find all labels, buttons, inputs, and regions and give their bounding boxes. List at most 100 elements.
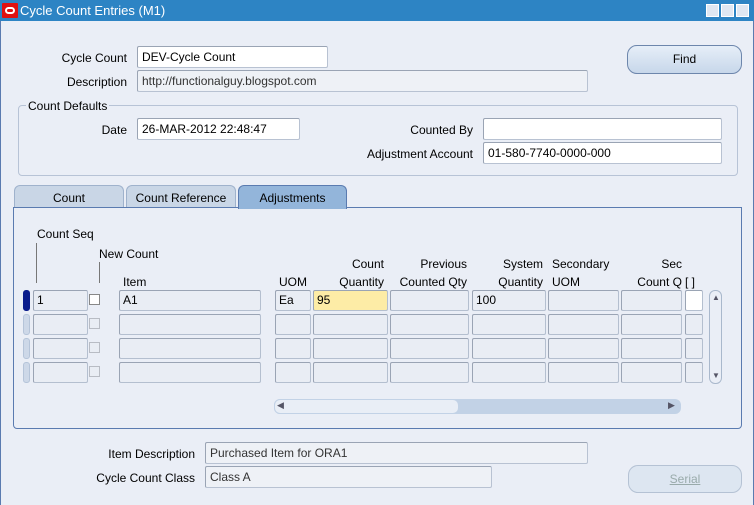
count-qty-cell[interactable] xyxy=(313,314,388,335)
col-system-line2: Quantity xyxy=(498,275,543,289)
prev-qty-cell[interactable] xyxy=(390,314,469,335)
row-indicator[interactable] xyxy=(23,362,30,383)
seq-cell[interactable]: 1 xyxy=(33,290,88,311)
sec-uom-cell[interactable] xyxy=(548,362,619,383)
item-description-label: Item Description xyxy=(108,447,195,461)
uom-cell[interactable] xyxy=(275,338,311,359)
system-qty-cell[interactable]: 100 xyxy=(472,290,546,311)
window-title: Cycle Count Entries (M1) xyxy=(20,3,166,18)
cycle-count-class-field[interactable]: Class A xyxy=(205,466,492,488)
item-cell[interactable] xyxy=(119,314,261,335)
scroll-thumb[interactable] xyxy=(274,399,459,414)
flexfield-cell[interactable] xyxy=(685,362,703,383)
count-defaults-legend: Count Defaults xyxy=(26,99,110,113)
counted-by-label: Counted By xyxy=(410,123,473,137)
date-field[interactable]: 26-MAR-2012 22:48:47 xyxy=(137,118,300,140)
sec-count-cell[interactable] xyxy=(621,338,682,359)
description-field[interactable]: http://functionalguy.blogspot.com xyxy=(137,70,588,92)
flexfield-cell[interactable] xyxy=(685,338,703,359)
new-count-checkbox[interactable] xyxy=(89,366,100,377)
oracle-logo-icon xyxy=(2,3,18,18)
col-sec-count-line1: Sec xyxy=(661,257,682,271)
system-qty-cell[interactable] xyxy=(472,338,546,359)
count-defaults-group xyxy=(18,105,738,176)
col-system-line1: System xyxy=(502,257,543,271)
sec-uom-cell[interactable] xyxy=(548,338,619,359)
date-label: Date xyxy=(101,123,127,137)
col-count-quantity: Count Quantity xyxy=(339,255,384,291)
minimize-icon[interactable] xyxy=(706,4,719,17)
uom-cell[interactable] xyxy=(275,314,311,335)
seq-cell[interactable] xyxy=(33,338,88,359)
scroll-left-icon[interactable]: ◀ xyxy=(277,400,284,411)
col-previous-line2: Counted Qty xyxy=(399,275,467,289)
col-sec-count-qty: Sec Count Q xyxy=(637,255,682,291)
flexfield-cell[interactable] xyxy=(685,290,703,311)
tab-count-reference[interactable]: Count Reference xyxy=(126,185,236,208)
title-bar: Cycle Count Entries (M1) xyxy=(0,0,754,21)
uom-cell[interactable]: Ea xyxy=(275,290,311,311)
cycle-count-class-label: Cycle Count Class xyxy=(96,471,195,485)
new-count-checkbox[interactable] xyxy=(89,294,100,305)
row-indicator[interactable] xyxy=(23,290,30,311)
sec-uom-cell[interactable] xyxy=(548,290,619,311)
tab-count[interactable]: Count xyxy=(14,185,124,208)
col-previous-line1: Previous xyxy=(420,257,467,271)
seq-cell[interactable] xyxy=(33,362,88,383)
prev-qty-cell[interactable] xyxy=(390,290,469,311)
divider xyxy=(36,243,37,283)
col-secondary-uom: Secondary UOM xyxy=(552,255,609,291)
system-qty-cell[interactable] xyxy=(472,314,546,335)
row-indicator[interactable] xyxy=(23,338,30,359)
horizontal-scrollbar[interactable]: ◀ ▶ xyxy=(274,399,681,414)
col-count-seq: Count Seq xyxy=(37,227,94,241)
row-indicator[interactable] xyxy=(23,314,30,335)
system-qty-cell[interactable] xyxy=(472,362,546,383)
divider xyxy=(99,262,100,283)
uom-cell[interactable] xyxy=(275,362,311,383)
adjustment-account-label: Adjustment Account xyxy=(366,147,473,161)
sec-count-cell[interactable] xyxy=(621,362,682,383)
count-qty-cell[interactable] xyxy=(313,362,388,383)
col-new-count: New Count xyxy=(99,247,159,261)
cycle-count-label: Cycle Count xyxy=(61,51,127,65)
col-count-quantity-line1: Count xyxy=(351,257,384,271)
prev-qty-cell[interactable] xyxy=(390,338,469,359)
scroll-right-icon[interactable]: ▶ xyxy=(668,400,675,411)
col-secondary-uom-line1: Secondary xyxy=(552,257,610,271)
sec-count-cell[interactable] xyxy=(621,314,682,335)
item-cell[interactable] xyxy=(119,362,261,383)
item-cell[interactable] xyxy=(119,338,261,359)
count-qty-cell[interactable]: 95 xyxy=(313,290,388,311)
maximize-icon[interactable] xyxy=(721,4,734,17)
col-uom: UOM xyxy=(279,275,307,289)
count-qty-cell[interactable] xyxy=(313,338,388,359)
col-count-quantity-line2: Quantity xyxy=(339,275,384,289)
vertical-scrollbar[interactable]: ▲ ▼ xyxy=(709,290,722,384)
sec-count-cell[interactable] xyxy=(621,290,682,311)
col-system-quantity: System Quantity xyxy=(498,255,543,291)
seq-cell[interactable] xyxy=(33,314,88,335)
counted-by-field[interactable] xyxy=(483,118,722,140)
scroll-up-icon[interactable]: ▲ xyxy=(712,293,720,302)
find-button[interactable]: Find xyxy=(627,45,742,74)
new-count-checkbox[interactable] xyxy=(89,342,100,353)
item-cell[interactable]: A1 xyxy=(119,290,261,311)
cycle-count-field[interactable]: DEV-Cycle Count xyxy=(137,46,328,68)
tab-adjustments[interactable]: Adjustments xyxy=(238,185,347,209)
col-secondary-uom-line2: UOM xyxy=(552,275,580,289)
serial-button[interactable]: Serial xyxy=(628,465,742,493)
col-previous-counted-qty: Previous Counted Qty xyxy=(400,255,467,291)
flexfield-cell[interactable] xyxy=(685,314,703,335)
new-count-checkbox[interactable] xyxy=(89,318,100,329)
item-description-field[interactable]: Purchased Item for ORA1 xyxy=(205,442,588,464)
sec-uom-cell[interactable] xyxy=(548,314,619,335)
col-sec-count-line2: Count Q xyxy=(637,275,682,289)
col-item: Item xyxy=(123,275,147,289)
close-icon[interactable] xyxy=(736,4,749,17)
prev-qty-cell[interactable] xyxy=(390,362,469,383)
description-label: Description xyxy=(66,75,127,89)
col-flexfield: [ ] xyxy=(685,275,696,289)
scroll-down-icon[interactable]: ▼ xyxy=(712,371,720,380)
adjustment-account-field[interactable]: 01-580-7740-0000-000 xyxy=(483,142,722,164)
